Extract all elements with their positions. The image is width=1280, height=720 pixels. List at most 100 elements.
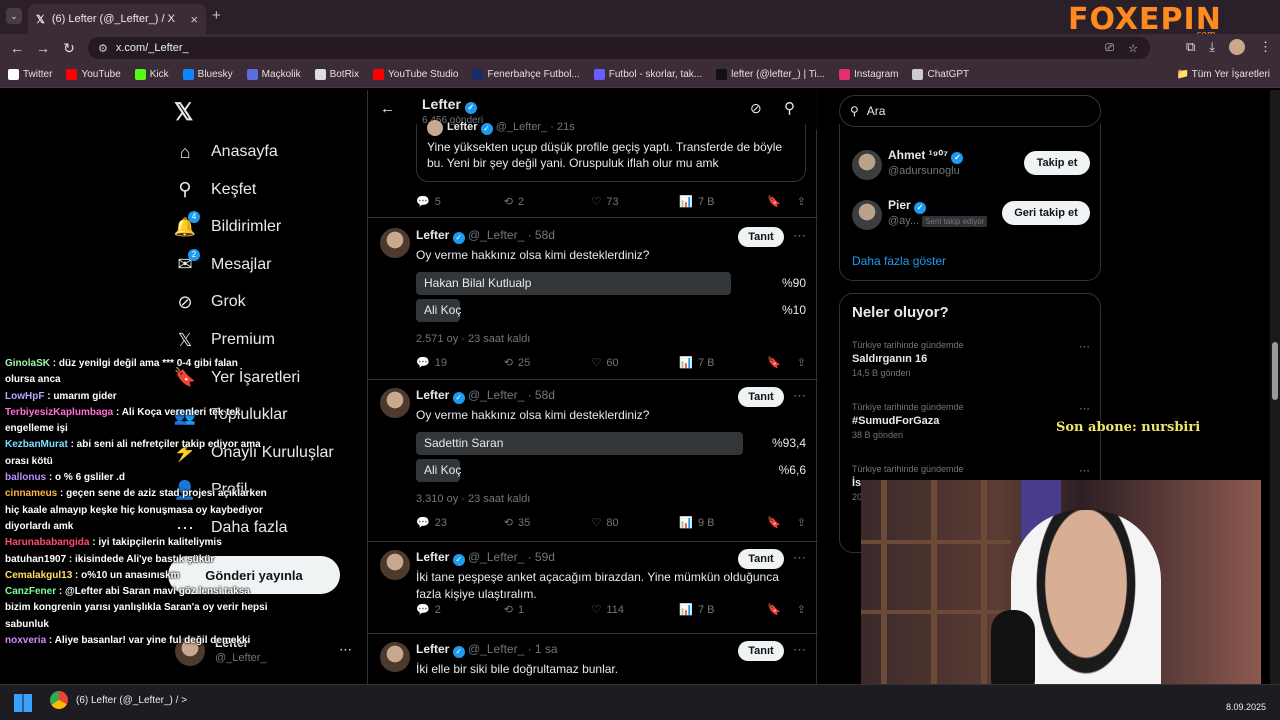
share-icon[interactable]: ⇪ <box>797 195 806 208</box>
bookmark-2[interactable]: Kick <box>134 69 169 80</box>
reply-button[interactable]: 💬 5 <box>416 195 504 209</box>
follow-button[interactable]: Takip et <box>1024 151 1090 175</box>
like-button[interactable]: ♡ 80 <box>592 516 680 530</box>
bookmark-9[interactable]: lefter (@lefter_) | Ti... <box>716 69 825 80</box>
search-box[interactable]: ⚲ Ara <box>839 95 1101 127</box>
account-more-icon[interactable]: ⋯ <box>339 642 352 658</box>
grok-icon: ⊘ <box>177 291 193 312</box>
tweet[interactable]: Lefter ✓ @_Lefter_ · 58d Tanıt ⋯ Oy verme h… <box>368 380 818 542</box>
back-button-icon[interactable]: ← <box>380 100 395 117</box>
search-input[interactable]: Ara <box>867 104 886 118</box>
bookmark-icon[interactable]: 🔖 <box>767 603 781 616</box>
views-button[interactable]: 📊 7 B <box>679 356 767 370</box>
nav-item-1[interactable]: ⚲ Keşfet <box>174 179 256 201</box>
repost-button[interactable]: ⟲ 25 <box>504 356 592 370</box>
bookmark-4[interactable]: Maçkolik <box>246 69 301 80</box>
nav-item-0[interactable]: ⌂ Anasayfa <box>174 141 278 163</box>
suggestion-avatar[interactable] <box>852 200 882 230</box>
bookmark-11[interactable]: ChatGPT <box>912 69 969 80</box>
views-button[interactable]: 📊 9 B <box>679 516 767 530</box>
bookmark-star-icon[interactable]: ☆ <box>1128 42 1138 55</box>
close-tab-icon[interactable]: × <box>190 12 198 27</box>
more-options-icon[interactable]: ⋯ <box>793 642 806 658</box>
bookmark-6[interactable]: YouTube Studio <box>373 69 458 80</box>
tweet[interactable]: Lefter ✓ @_Lefter_ · 59d Tanıt ⋯ İki tane p… <box>368 542 818 634</box>
show-more-link[interactable]: Daha fazla göster <box>852 254 946 268</box>
quoted-tweet-box[interactable]: Lefter ✓ @_Lefter_ · 21s Yine yüksekten … <box>416 120 806 182</box>
more-options-icon[interactable]: ⋯ <box>793 550 806 566</box>
new-tab-button[interactable]: + <box>212 7 221 24</box>
repost-button[interactable]: ⟲ 35 <box>504 516 592 530</box>
views-button[interactable]: 📊 7 B <box>679 603 767 617</box>
site-settings-icon[interactable]: ⚙ <box>98 42 108 55</box>
share-icon[interactable]: ⇪ <box>797 516 806 529</box>
bookmark-5[interactable]: BotRix <box>314 69 359 80</box>
suggestion-avatar[interactable] <box>852 150 882 180</box>
like-button[interactable]: ♡ 60 <box>592 356 680 370</box>
tweet[interactable]: Lefter ✓ @_Lefter_ · 58d Tanıt ⋯ Oy verme h… <box>368 220 818 380</box>
like-button[interactable]: ♡ 73 <box>592 195 680 209</box>
back-arrow-icon[interactable]: ← <box>4 40 30 56</box>
more-options-icon[interactable]: ⋯ <box>793 228 806 244</box>
promote-button[interactable]: Tanıt <box>738 387 784 407</box>
extensions-icon[interactable]: ⧉ <box>1186 39 1195 55</box>
tweet-quoted[interactable]: Lefter ✓ @_Lefter_ · 21s Yine yüksekten … <box>368 120 818 218</box>
more-options-icon[interactable]: ⋯ <box>793 388 806 404</box>
taskbar-chrome-task[interactable]: (6) Lefter (@_Lefter_) / > <box>50 691 187 709</box>
page-scrollbar[interactable] <box>1270 90 1280 684</box>
reload-icon[interactable]: ↻ <box>56 40 82 57</box>
browser-tab[interactable]: 𝕏 (6) Lefter (@_Lefter_) / X × <box>28 4 206 34</box>
repost-button[interactable]: ⟲ 1 <box>504 603 592 617</box>
bookmark-1[interactable]: YouTube <box>66 69 121 80</box>
trend-item[interactable]: Türkiye tarihinde gündemde #SumudForGaza 3… <box>852 402 1090 440</box>
tweet-avatar[interactable] <box>380 642 410 672</box>
nav-item-2[interactable]: 🔔 4 Bildirimler <box>174 211 281 238</box>
x-logo-icon[interactable]: 𝕏 <box>174 98 193 127</box>
share-icon[interactable]: ⇪ <box>797 356 806 369</box>
tweet-avatar[interactable] <box>380 550 410 580</box>
reply-button[interactable]: 💬 2 <box>416 603 504 617</box>
promote-button[interactable]: Tanıt <box>738 641 784 661</box>
views-button[interactable]: 📊 7 B <box>679 195 767 209</box>
trend-more-icon[interactable]: ⋯ <box>1079 464 1090 477</box>
all-bookmarks-folder[interactable]: 📁 Tüm Yer İşaretleri <box>1177 69 1270 80</box>
scrollbar-thumb[interactable] <box>1272 342 1278 400</box>
windows-start-icon[interactable] <box>14 694 32 712</box>
search-header-icon[interactable]: ⚲ <box>784 99 795 117</box>
bookmark-icon[interactable]: 🔖 <box>767 516 781 529</box>
follow-suggestion[interactable]: Ahmet ¹⁹⁰⁷ ✓ @adursunoglu Takip et <box>852 148 1090 184</box>
cast-icon[interactable]: ⎚ <box>1105 42 1114 55</box>
promote-button[interactable]: Tanıt <box>738 549 784 569</box>
nav-item-5[interactable]: 𝕏 Premium <box>174 329 275 351</box>
reply-button[interactable]: 💬 19 <box>416 356 504 370</box>
poll-option: Hakan Bilal Kutlualp <box>416 272 731 295</box>
trend-more-icon[interactable]: ⋯ <box>1079 340 1090 353</box>
reply-button[interactable]: 💬 23 <box>416 516 504 530</box>
nav-item-4[interactable]: ⊘ Grok <box>174 291 245 313</box>
tweet-avatar[interactable] <box>380 228 410 258</box>
url-bar[interactable]: ⚙ x.com/_Lefter_ ☆ ⎚ <box>88 37 1150 59</box>
nav-item-3[interactable]: ✉ 2 Mesajlar <box>174 248 271 276</box>
bookmark-10[interactable]: Instagram <box>839 69 898 80</box>
follow-button[interactable]: Geri takip et <box>1002 201 1090 225</box>
like-button[interactable]: ♡ 114 <box>592 603 680 617</box>
bookmark-7[interactable]: Fenerbahçe Futbol... <box>472 69 580 80</box>
trend-item[interactable]: Türkiye tarihinde gündemde Saldırganın 16… <box>852 340 1090 378</box>
bookmark-icon[interactable]: 🔖 <box>767 195 781 208</box>
share-icon[interactable]: ⇪ <box>797 603 806 616</box>
tab-search-button[interactable]: ⌄ <box>6 8 22 24</box>
bookmark-icon[interactable]: 🔖 <box>767 356 781 369</box>
grok-header-icon[interactable]: ⊘ <box>750 100 762 117</box>
trend-more-icon[interactable]: ⋯ <box>1079 402 1090 415</box>
tweet-avatar[interactable] <box>380 388 410 418</box>
repost-button[interactable]: ⟲ 2 <box>504 195 592 209</box>
bookmark-0[interactable]: Twitter <box>8 69 52 80</box>
forward-arrow-icon[interactable]: → <box>30 40 56 56</box>
follow-suggestion[interactable]: Pier ✓ @ay... Seni takip ediyor Geri takip… <box>852 198 1090 234</box>
bookmark-8[interactable]: Futbol - skorlar, tak... <box>593 69 702 80</box>
download-icon[interactable]: ⤓ <box>1209 39 1215 55</box>
promote-button[interactable]: Tanıt <box>738 227 784 247</box>
profile-avatar[interactable] <box>1229 39 1245 55</box>
bookmark-3[interactable]: Bluesky <box>182 69 233 80</box>
browser-menu-icon[interactable]: ⋮ <box>1259 39 1272 55</box>
